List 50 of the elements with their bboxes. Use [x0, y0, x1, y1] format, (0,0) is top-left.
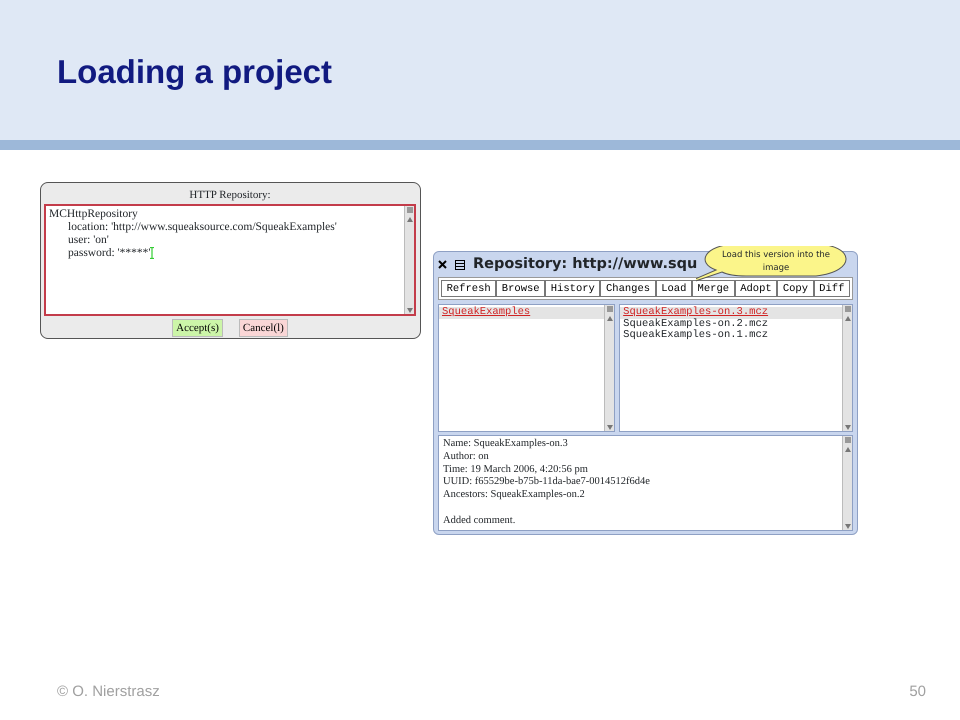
scroll-down-icon[interactable] — [844, 524, 850, 529]
scroll-menu-icon[interactable] — [844, 306, 850, 312]
detail-line: Time: 19 March 2006, 4:20:56 pm — [443, 464, 589, 476]
scroll-menu-icon[interactable] — [606, 306, 613, 312]
scrollbar[interactable] — [604, 305, 614, 431]
dialog-title: HTTP Repository: — [188, 188, 272, 203]
scroll-menu-icon[interactable] — [406, 207, 412, 213]
page-number: 50 — [909, 682, 926, 702]
scrollbar[interactable] — [842, 305, 852, 431]
list-item[interactable]: SqueakExamples-on.2.mcz — [620, 318, 842, 330]
toolbar-button[interactable]: Diff — [814, 280, 850, 297]
toolbar-button[interactable]: Merge — [692, 280, 735, 297]
detail-line: UUID: f65529be-b75b-11da-bae7-0014512f6d4e — [443, 476, 651, 490]
toolbar-button[interactable]: Browse — [496, 280, 546, 297]
scroll-down-icon[interactable] — [606, 425, 613, 430]
scrollbar[interactable] — [842, 436, 852, 530]
scroll-up-icon[interactable] — [606, 316, 613, 321]
scroll-up-icon[interactable] — [844, 316, 850, 321]
scroll-up-icon[interactable] — [844, 447, 850, 452]
detail-line: Name: SqueakExamples-on.3 — [443, 438, 569, 451]
scrollbar[interactable] — [404, 206, 414, 314]
detail-line: Author: on — [443, 450, 490, 464]
window-title: Repository: http://www.squ — [473, 254, 698, 274]
comment-text: Added comment. — [443, 514, 516, 528]
window-menu-icon[interactable] — [455, 260, 465, 270]
code-line: user: 'on' — [67, 234, 109, 247]
scroll-down-icon[interactable] — [844, 425, 850, 430]
list-item[interactable]: SqueakExamples-on.3.mcz — [620, 307, 842, 318]
detail-line: Ancestors: SqueakExamples-on.2 — [443, 489, 586, 502]
scroll-menu-icon[interactable] — [844, 437, 850, 443]
accept-button[interactable]: Accept(s) — [172, 319, 223, 337]
scroll-down-icon[interactable] — [406, 308, 412, 313]
text-editor[interactable]: MCHttpRepository location: 'http://www.squeaksource.com/SqueakExamples' user: 'on' password: '*****' — [44, 204, 416, 316]
toolbar-button[interactable]: Adopt — [734, 280, 778, 297]
code-line: password: '*****' — [67, 247, 150, 260]
scroll-up-icon[interactable] — [406, 217, 412, 222]
list-item[interactable]: SqueakExamples-on.1.mcz — [620, 330, 842, 342]
list-item[interactable]: SqueakExamples — [439, 307, 604, 318]
toolbar-button[interactable]: Changes — [600, 280, 656, 297]
footer-text: © O. Nierstrasz — [57, 682, 160, 702]
toolbar-button[interactable]: Load — [656, 280, 692, 297]
cancel-button[interactable]: Cancel(l) — [238, 319, 288, 337]
tooltip-text: Load this version into the image — [720, 249, 832, 275]
close-icon[interactable] — [438, 260, 447, 269]
code-line: location: 'http://www.squeaksource.com/SqueakExamples' — [67, 221, 337, 234]
toolbar-button[interactable]: History — [545, 280, 600, 297]
toolbar-button[interactable]: Copy — [777, 280, 814, 297]
toolbar-button[interactable]: Refresh — [441, 280, 496, 297]
slide-title: Loading a project — [57, 52, 334, 92]
code-line: MCHttpRepository — [49, 208, 138, 221]
